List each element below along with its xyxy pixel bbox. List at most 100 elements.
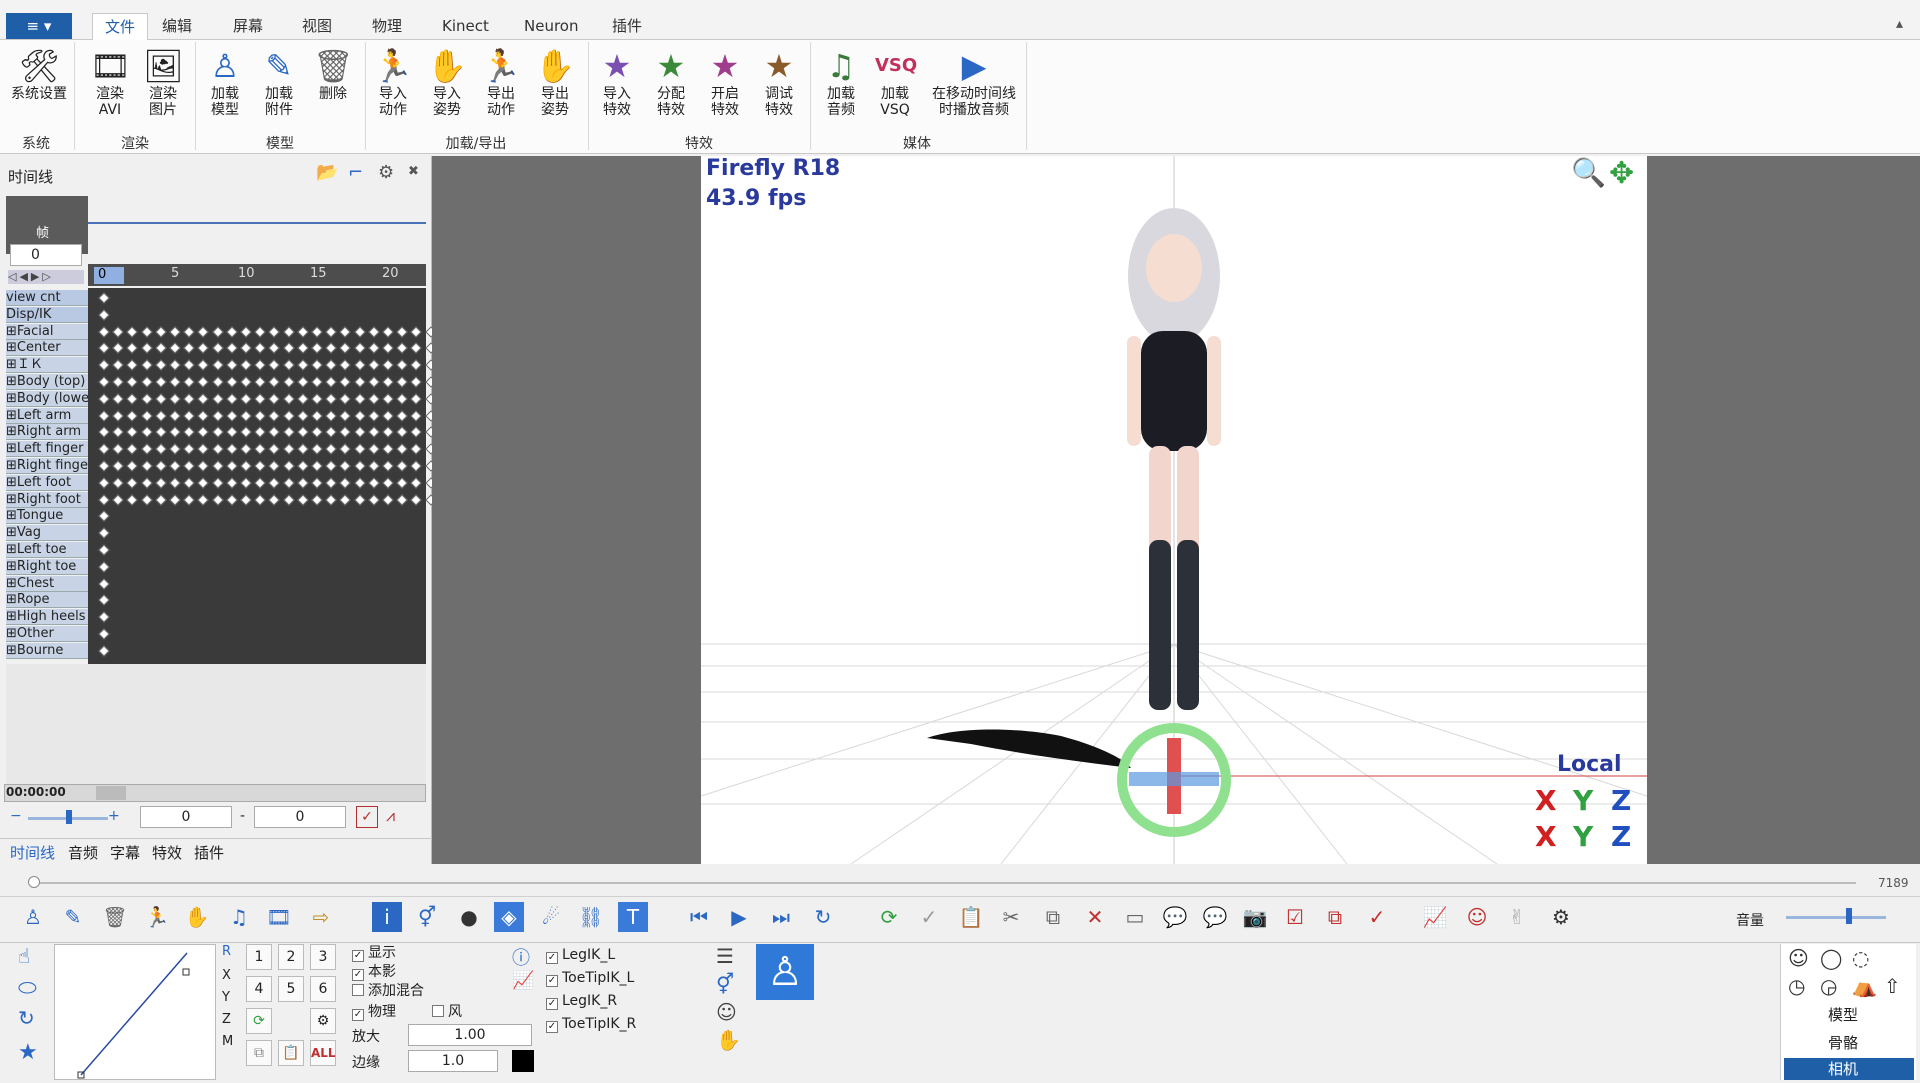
paste-pose-icon[interactable]: 📋 [278,1040,304,1066]
bone-tool-icon[interactable]: ⚥ [412,902,442,932]
gear-icon[interactable]: ⚙ [378,162,394,183]
rotate-tool-icon[interactable]: ↻ [18,1006,35,1030]
frame-nav-buttons[interactable]: ◁◀▶▷ [8,270,84,284]
shadow-checkbox[interactable]: ✓ 本影 [352,963,396,981]
range-start-input[interactable]: 0 [140,806,232,828]
tab-plugins-panel[interactable]: 插件 [194,842,224,863]
axis-tool-icon[interactable]: ◈ [494,902,524,932]
rotate-x-icon[interactable]: X [1535,784,1557,817]
timeline-row[interactable]: ⊞Right finge [6,458,88,474]
timeline-row[interactable]: ⊞Bourne [6,642,88,659]
timeline-row[interactable]: ⊞Body (lowe [6,390,88,407]
layers-icon[interactable]: ⧉ [1320,902,1350,932]
timeline-row[interactable]: ⊞ＩＫ [6,357,88,374]
timeline-row[interactable]: ⊞Left arm [6,407,88,424]
tab-timeline[interactable]: 时间线 [10,842,55,863]
add-blend-checkbox[interactable]: 添加混合 [352,982,424,1000]
timeline-row[interactable]: ⊞Rope [6,592,88,609]
clock-mode-icon[interactable]: ◷ [1788,974,1805,998]
load-audio-button[interactable]: ♫ 加载 音频 [815,42,867,130]
tab-audio[interactable]: 音频 [68,842,98,863]
scroll-thumb[interactable] [96,786,126,800]
check-box-icon[interactable]: ☑ [1280,902,1310,932]
mode-camera[interactable]: 相机 [1784,1058,1914,1080]
graph-icon[interactable]: 📈 [1420,902,1450,932]
export-pose-button[interactable]: ✋ 导出 姿势 [529,42,581,130]
info-icon[interactable]: ⓘ [512,944,530,970]
timeline-row[interactable]: ⊞Center [6,340,88,357]
comment2-icon[interactable]: 💬 [1200,902,1230,932]
interpolation-curve[interactable] [54,944,216,1080]
morph-icon[interactable]: ☺ [716,1000,737,1024]
bone-icon[interactable]: ⚥ [716,972,734,996]
model-thumbnail[interactable]: ♙ [756,944,814,1000]
axis-x-label[interactable]: X [222,968,231,983]
edge-input[interactable]: 1.0 [408,1050,498,1072]
motion-tool-icon[interactable]: 🏃 [142,902,172,932]
timeline-row[interactable]: ⊞Chest [6,575,88,592]
frame-input[interactable]: 0 [10,244,82,266]
axis-z-label[interactable]: Z [222,1012,231,1027]
loop-icon[interactable]: ↻ [808,902,838,932]
bubble-mode-icon[interactable]: ◌ [1852,946,1869,970]
move-z-icon[interactable]: Z [1611,820,1631,853]
range-check-icon[interactable]: ✓ [356,806,378,828]
timeline-row[interactable]: ⊞Left toe [6,542,88,558]
import-motion-button[interactable]: 🏃 导入 动作 [367,42,419,130]
play-audio-on-timeline-button[interactable]: ▶ 在移动时间线 时播放音频 [926,42,1022,130]
load-model-button[interactable]: ♙ 加载 模型 [199,42,251,130]
3d-viewport[interactable]: Firefly R18 43.9 fps 🔍 ✥ Local X Y Z X Y… [701,156,1647,864]
show-checkbox[interactable]: ✓ 显示 [352,944,396,962]
hand-icon[interactable]: ✌ [1502,902,1532,932]
pose-tool-icon[interactable]: ✋ [182,902,212,932]
delete-tool-icon[interactable]: 🗑 [100,902,130,932]
refresh-icon[interactable]: ⟳ [874,902,904,932]
range-graph-icon[interactable]: ⩘ [386,806,395,826]
delete-key-icon[interactable]: ✕ [1080,902,1110,932]
play-icon[interactable]: ▶ [724,902,754,932]
timeline-row[interactable]: ⊞Left finger [6,441,88,458]
chart-icon[interactable]: 📈 [512,970,534,991]
ik-legik-l-checkbox[interactable]: ✓ LegIK_L [546,946,615,964]
timeline-row[interactable]: view cnt [6,290,88,306]
search-icon[interactable]: 🔍 [1571,156,1606,189]
timeline-row[interactable]: ⊞Left foot [6,474,88,491]
move-x-icon[interactable]: X [1535,820,1557,853]
mode-bone[interactable]: 骨骼 [1784,1030,1914,1056]
tab-physics[interactable]: 物理 [360,13,414,40]
tab-screen[interactable]: 屏幕 [221,13,275,40]
volume-slider[interactable] [1786,916,1886,919]
clock2-mode-icon[interactable]: ◶ [1820,974,1837,998]
coord-mode[interactable]: Local [1557,752,1622,777]
seek-thumb[interactable] [28,876,40,888]
sofa-mode-icon[interactable]: ⛺ [1852,974,1877,998]
timeline-row[interactable]: ⊞Right foot [6,491,88,508]
preset-4-button[interactable]: 4 [246,976,272,1002]
ik-legik-r-checkbox[interactable]: ✓ LegIK_R [546,992,617,1010]
rotate-y-icon[interactable]: Y [1573,784,1593,817]
debug-effect-button[interactable]: ★ 调试 特效 [753,42,805,130]
tab-neuron[interactable]: Neuron [512,13,590,40]
copy-icon[interactable]: ⧉ [1038,902,1068,932]
render-avi-button[interactable]: 🎞 渲染 AVI [84,42,136,130]
pin-icon[interactable]: ✖ [408,164,419,179]
timeline-row[interactable]: ⊞Vag [6,525,88,542]
export-motion-button[interactable]: 🏃 导出 动作 [475,42,527,130]
axis-r-label[interactable]: R [222,944,231,959]
link-tool-icon[interactable]: ⛓ [576,902,606,932]
system-settings-button[interactable]: 🛠 系统设置 [10,42,68,130]
preset-3-button[interactable]: 3 [310,944,336,970]
play-start-icon[interactable]: ⏮ [684,902,714,932]
volume-thumb[interactable] [1846,908,1852,924]
enable-effect-button[interactable]: ★ 开启 特效 [699,42,751,130]
axis-y-label[interactable]: Y [222,990,230,1005]
info-tool-icon[interactable]: i [372,902,402,932]
tab-subtitles[interactable]: 字幕 [110,842,140,863]
preset-6-button[interactable]: 6 [310,976,336,1002]
timeline-row[interactable]: ⊞Other [6,626,88,642]
camera2-icon[interactable]: 📷 [1240,902,1270,932]
timeline-row[interactable]: ⊞Facial [6,323,88,340]
confirm-icon[interactable]: ✓ [914,902,944,932]
physics-checkbox[interactable]: ✓ 物理 [352,1003,396,1021]
curve-icon[interactable]: ⌐ [348,162,363,183]
